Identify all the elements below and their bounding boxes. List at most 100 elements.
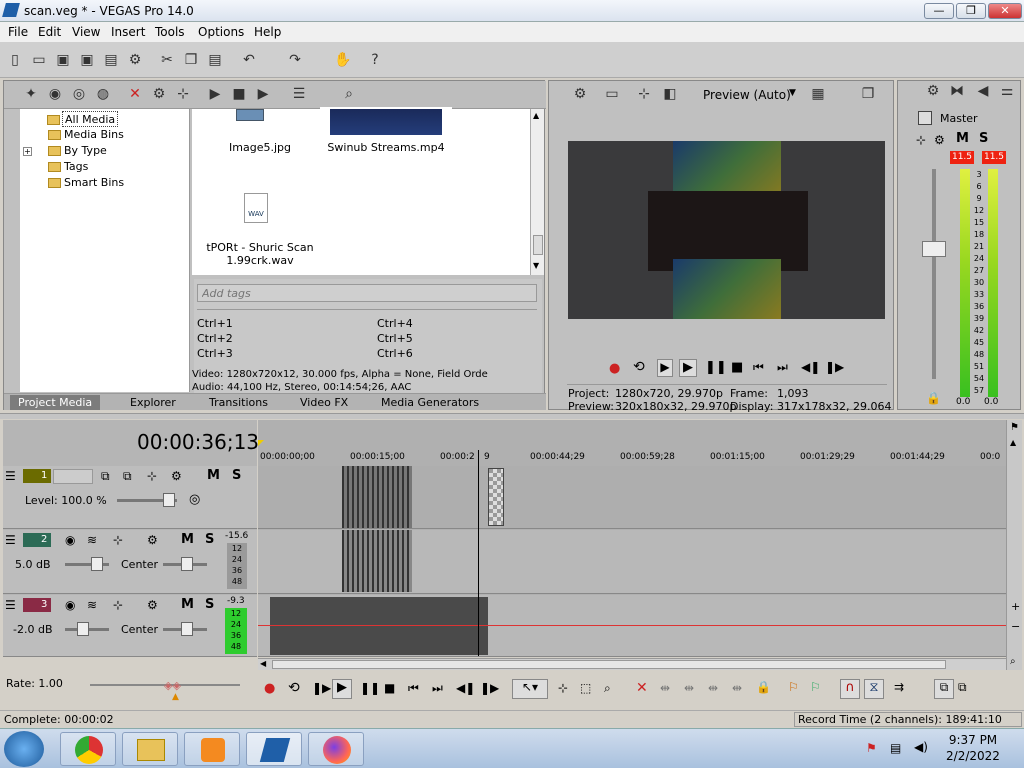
previous-frame-icon[interactable]: ◀❚ bbox=[456, 681, 475, 695]
stop-icon[interactable]: ■ bbox=[384, 681, 395, 695]
master-fader-handle[interactable] bbox=[922, 241, 946, 257]
trim-start-icon[interactable]: ⇹ bbox=[684, 681, 694, 695]
redo-icon[interactable]: ↷ bbox=[286, 51, 304, 69]
media-item-wav[interactable]: WAV tPORt - Shuric Scan 1.99crk.wav bbox=[200, 193, 320, 273]
master-fx-gear-icon[interactable]: ⚙ bbox=[924, 82, 942, 100]
external-monitor-icon[interactable]: ▭ bbox=[603, 85, 621, 103]
save-icon[interactable]: ▣ bbox=[54, 51, 72, 69]
tab-project-media[interactable]: Project Media bbox=[10, 395, 101, 410]
undo-icon[interactable]: ↶ bbox=[240, 51, 258, 69]
trim-icon[interactable]: ⇹ bbox=[660, 681, 670, 695]
track-fx-gear-icon[interactable]: ⚙ bbox=[147, 598, 158, 612]
scroll-down-icon[interactable]: ▼ bbox=[533, 261, 539, 270]
marker-flag-icon[interactable]: ⚑ bbox=[1010, 422, 1019, 433]
menu-help[interactable]: Help bbox=[254, 25, 281, 39]
master-insert-fx-icon[interactable]: ⊹ bbox=[916, 133, 926, 147]
record-icon[interactable]: ● bbox=[264, 681, 275, 696]
taskbar-explorer[interactable] bbox=[122, 732, 178, 766]
new-icon[interactable]: ▯ bbox=[6, 51, 24, 69]
go-to-start-icon[interactable]: ⏮ bbox=[408, 681, 419, 696]
stop-icon[interactable]: ■ bbox=[230, 85, 248, 103]
menu-edit[interactable]: Edit bbox=[38, 25, 61, 39]
preview-quality-dropdown[interactable]: Preview (Auto) bbox=[703, 88, 791, 102]
invert-phase-icon[interactable]: ≋ bbox=[87, 533, 97, 547]
menu-file[interactable]: File bbox=[8, 25, 28, 39]
import-media-icon[interactable]: ✦ bbox=[22, 85, 40, 103]
track-mute-button[interactable]: M bbox=[181, 532, 194, 547]
master-solo-button[interactable]: S bbox=[979, 131, 988, 146]
zoom-tool-icon[interactable]: ⌕ bbox=[1010, 656, 1016, 667]
search-icon[interactable]: ⌕ bbox=[340, 85, 358, 103]
track-solo-button[interactable]: S bbox=[205, 532, 214, 547]
tag-shortcut[interactable]: Ctrl+3 bbox=[197, 347, 233, 360]
network-icon[interactable]: ▤ bbox=[890, 741, 901, 755]
taskbar-firefox[interactable] bbox=[308, 732, 364, 766]
grid-icon[interactable]: ▦ bbox=[809, 85, 827, 103]
loop-icon[interactable]: ⟲ bbox=[633, 359, 645, 375]
timeline-vscrollbar[interactable]: ⚑ ▲ + − ⌕ bbox=[1006, 420, 1022, 670]
lock-icon[interactable]: 🔒 bbox=[756, 680, 771, 694]
media-fx-icon[interactable]: ⚙ bbox=[150, 85, 168, 103]
media-item-image5[interactable]: Image5.jpg bbox=[220, 109, 291, 157]
track-collapse-icon[interactable]: ☰ bbox=[5, 469, 16, 483]
copy-icon[interactable]: ❐ bbox=[182, 51, 200, 69]
next-frame-icon[interactable]: ❚▶ bbox=[480, 681, 499, 695]
mute-speaker-icon[interactable]: ◀ bbox=[974, 82, 992, 100]
tab-media-generators[interactable]: Media Generators bbox=[373, 395, 487, 410]
tag-shortcut[interactable]: Ctrl+1 bbox=[197, 317, 233, 330]
time-ruler[interactable]: 00:00:00;00 00:00:15;00 00:00:2 9 00:00:… bbox=[258, 450, 1006, 466]
add-tags-input[interactable] bbox=[197, 284, 537, 302]
loop-start-marker-icon[interactable] bbox=[258, 440, 264, 446]
marker-icon[interactable]: ⚐ bbox=[788, 680, 799, 694]
timeline-hscrollbar[interactable]: ◀ bbox=[258, 658, 1006, 670]
scroll-up-icon[interactable]: ▲ bbox=[533, 111, 539, 120]
level-slider-handle[interactable] bbox=[163, 493, 175, 507]
auto-crossfade-icon[interactable]: ⧖ bbox=[864, 679, 884, 699]
loop-icon[interactable]: ⟲ bbox=[288, 680, 300, 696]
clock-date[interactable]: 2/2/2022 bbox=[940, 749, 1006, 763]
track-motion-icon[interactable]: ⧉ bbox=[101, 469, 110, 484]
zoom-tool-icon[interactable]: ⌕ bbox=[604, 681, 611, 696]
stop-icon[interactable]: ■ bbox=[731, 360, 743, 375]
arm-record-icon[interactable]: ◉ bbox=[65, 533, 75, 547]
pan-slider-handle[interactable] bbox=[181, 622, 193, 636]
maximize-button[interactable]: ❐ bbox=[956, 3, 986, 19]
audio-clip[interactable] bbox=[342, 530, 412, 592]
render-icon[interactable]: ▤ bbox=[102, 51, 120, 69]
tree-item-tags[interactable]: Tags bbox=[48, 159, 88, 175]
help-pointer-icon[interactable]: ? bbox=[366, 51, 384, 69]
envelope-tool-icon[interactable]: ⊹ bbox=[558, 681, 568, 695]
play-from-start-icon[interactable]: ▶ bbox=[657, 359, 673, 377]
delete-icon[interactable]: ✕ bbox=[636, 680, 648, 696]
tag-shortcut[interactable]: Ctrl+6 bbox=[377, 347, 413, 360]
track-1-lane[interactable] bbox=[258, 466, 1006, 529]
capture-icon[interactable]: ◉ bbox=[46, 85, 64, 103]
master-checkbox[interactable] bbox=[918, 111, 932, 125]
tree-item-smart-bins[interactable]: Smart Bins bbox=[48, 175, 124, 191]
open-icon[interactable]: ▭ bbox=[30, 51, 48, 69]
track-1-header[interactable]: ☰ 1 ⧉ ⧉ ⊹ ⚙ M S Level: 100.0 % ◎ bbox=[3, 466, 257, 529]
views-icon[interactable]: ☰ bbox=[290, 85, 308, 103]
tab-transitions[interactable]: Transitions bbox=[201, 395, 276, 410]
track-3-lane[interactable] bbox=[258, 595, 1006, 657]
zoom-in-icon[interactable]: + bbox=[1011, 600, 1020, 613]
action-center-icon[interactable]: ⚑ bbox=[866, 741, 877, 755]
volume-slider-handle[interactable] bbox=[91, 557, 103, 571]
scroll-thumb[interactable] bbox=[272, 660, 946, 669]
hand-tool-icon[interactable]: ✋ bbox=[334, 51, 352, 69]
track-3-header[interactable]: ☰ 3 ◉ ≋ ⊹ ⚙ M S -2.0 dB Center -9.3 12 24… bbox=[3, 595, 257, 657]
pause-icon[interactable]: ❚❚ bbox=[705, 360, 727, 375]
tab-video-fx[interactable]: Video FX bbox=[292, 395, 356, 410]
menu-insert[interactable]: Insert bbox=[111, 25, 145, 39]
snapping-magnet-icon[interactable]: ∩ bbox=[840, 679, 860, 699]
track-2-header[interactable]: ☰ 2 ◉ ≋ ⊹ ⚙ M S 5.0 dB Center -15.6 12 24… bbox=[3, 530, 257, 594]
parent-composite-icon[interactable]: ⧉ bbox=[123, 469, 132, 484]
volume-envelope[interactable] bbox=[258, 625, 1006, 626]
taskbar-chrome[interactable] bbox=[60, 732, 116, 766]
track-solo-button[interactable]: S bbox=[205, 597, 214, 612]
track-collapse-icon[interactable]: ☰ bbox=[5, 598, 16, 612]
play-from-start-icon[interactable]: ❚▶ bbox=[312, 681, 331, 695]
tab-explorer[interactable]: Explorer bbox=[122, 395, 184, 410]
clock-time[interactable]: 9:37 PM bbox=[940, 733, 1006, 747]
track-mute-button[interactable]: M bbox=[181, 597, 194, 612]
